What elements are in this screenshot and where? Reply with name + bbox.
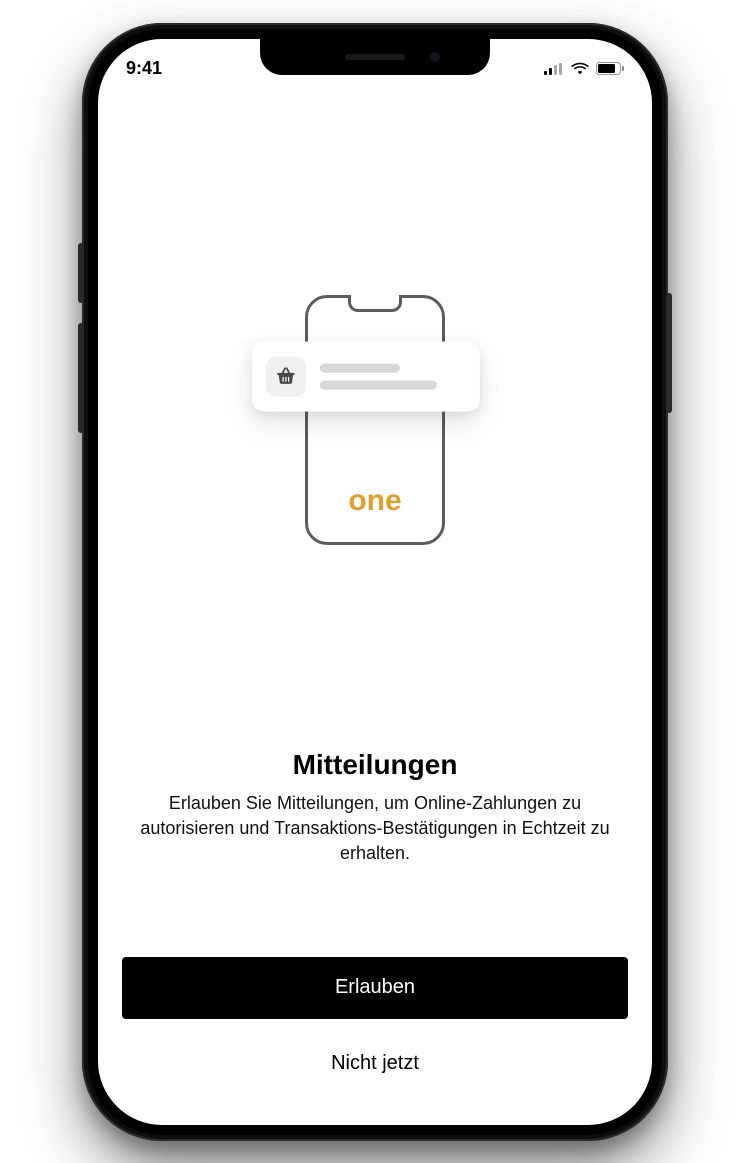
cellular-signal-icon xyxy=(544,63,564,75)
notification-illustration: one xyxy=(122,91,628,749)
status-time: 9:41 xyxy=(126,58,162,79)
battery-icon xyxy=(596,62,624,75)
illustration-text-lines xyxy=(320,363,466,389)
shopping-basket-icon xyxy=(266,356,306,396)
phone-notch xyxy=(260,39,490,75)
illustration-phone-outline: one xyxy=(305,295,445,545)
illustration-notification-card xyxy=(252,341,480,411)
prompt-text-block: Mitteilungen Erlauben Sie Mitteilungen, … xyxy=(122,749,628,867)
prompt-title: Mitteilungen xyxy=(130,749,620,781)
wifi-icon xyxy=(571,62,589,75)
phone-screen: 9:41 xyxy=(98,39,652,1125)
phone-device-frame: 9:41 xyxy=(82,23,668,1141)
main-content: one xyxy=(98,91,652,1125)
illustration-brand-text: one xyxy=(348,484,401,518)
allow-button[interactable]: Erlauben xyxy=(122,957,628,1019)
prompt-description: Erlauben Sie Mitteilungen, um Online-Zah… xyxy=(130,791,620,867)
status-right-indicators xyxy=(544,62,624,75)
not-now-button[interactable]: Nicht jetzt xyxy=(122,1033,628,1095)
